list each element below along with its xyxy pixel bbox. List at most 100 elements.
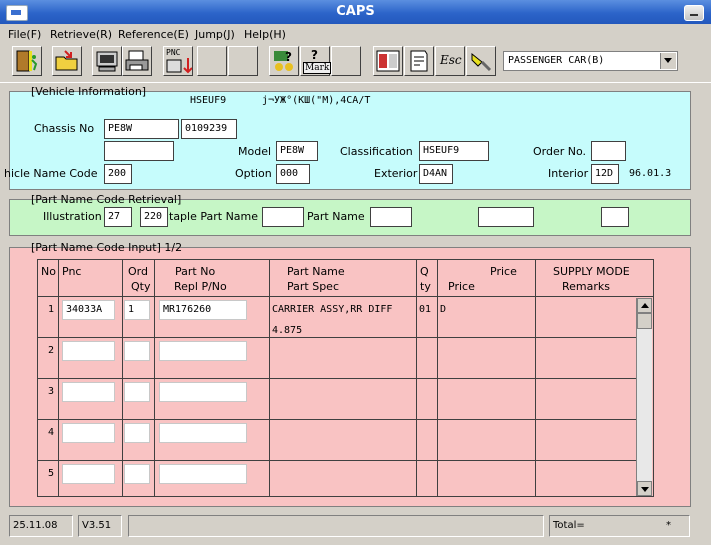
model-field[interactable]: PE8W (276, 141, 318, 161)
chassis-label: Chassis No (34, 122, 95, 135)
col-header-price: Price (448, 280, 475, 293)
search-users-button[interactable]: ? (269, 46, 299, 76)
row-3-pnc-field[interactable] (62, 382, 115, 402)
row-3-part-no-field[interactable] (159, 382, 247, 402)
row-divider-2 (38, 378, 636, 379)
pnc-button[interactable]: PNC (163, 46, 193, 76)
row-divider-1 (38, 337, 636, 338)
illustration-label: Illustration (43, 210, 102, 223)
exterior-field[interactable]: D4AN (419, 164, 453, 184)
row-4-part-no-field[interactable] (159, 423, 247, 443)
open-folder-button[interactable] (52, 46, 82, 76)
menu-help[interactable]: Help(H) (244, 28, 286, 41)
layout-button[interactable] (373, 46, 403, 76)
chassis-number-field[interactable]: 0109239 (181, 119, 237, 139)
classification-label: Classification (340, 145, 413, 158)
header-divider (38, 296, 653, 297)
row-3-qty-field[interactable] (124, 382, 150, 402)
menu-jump[interactable]: Jump(J) (195, 28, 235, 41)
row-2-pnc-field[interactable] (62, 341, 115, 361)
row-2-qty-field[interactable] (124, 341, 150, 361)
chassis-prefix-field[interactable]: PE8W (104, 119, 179, 139)
col-header-qty: Qty (131, 280, 151, 293)
wrench-icon (471, 52, 492, 72)
scroll-up-arrow-icon[interactable] (637, 298, 652, 313)
vehicle-name-code-field[interactable]: 200 (104, 164, 132, 184)
row-1-pnc-field[interactable]: 34033A (62, 300, 115, 320)
menu-file[interactable]: File(F) (8, 28, 41, 41)
row-2-no: 2 (48, 345, 55, 356)
mark-button[interactable]: ? Mark (300, 46, 332, 76)
toolbar-blank-3[interactable] (331, 46, 361, 76)
scroll-down-arrow-icon[interactable] (637, 481, 652, 496)
option-label: Option (235, 167, 272, 180)
tools-button[interactable] (466, 46, 496, 76)
row-1-part-spec: 4.875 (272, 325, 303, 336)
row-2-part-no-field[interactable] (159, 341, 247, 361)
status-version: V3.51 (78, 515, 122, 537)
vehicle-info-label: [Vehicle Information] (31, 85, 147, 98)
row-5-pnc-field[interactable] (62, 464, 115, 484)
pnc-arrow-icon (166, 58, 192, 74)
exterior-label: Exterior (374, 167, 418, 180)
retrieval-extra-field-1[interactable] (478, 207, 534, 227)
retrieval-extra-field-2[interactable] (601, 207, 629, 227)
staple-part-name-label: taple Part Name (169, 210, 259, 223)
window-title: CAPS (336, 4, 375, 19)
vehicle-name-code-label: hicle Name Code (4, 167, 98, 180)
catalog-select[interactable]: PASSENGER CAR(B) (503, 51, 678, 71)
staple-part-name-field[interactable] (262, 207, 304, 227)
row-1-qty-field[interactable]: 1 (124, 300, 150, 320)
computer-icon (96, 51, 118, 72)
status-total-label: Total= (553, 520, 585, 531)
row-5-part-no-field[interactable] (159, 464, 247, 484)
chassis-extra-field[interactable] (104, 141, 174, 161)
col-header-q: Q (420, 265, 429, 278)
vehicle-header-desc: j¬УЖ°(КШ("М),4CA/T (262, 95, 371, 106)
computer-button[interactable] (92, 46, 122, 76)
toolbar-blank-2[interactable] (228, 46, 258, 76)
col-header-price-top: Price (490, 265, 517, 278)
toolbar-blank-1[interactable] (197, 46, 227, 76)
row-divider-4 (38, 460, 636, 461)
chevron-down-icon[interactable] (660, 53, 676, 69)
minimize-button[interactable] (684, 5, 704, 21)
question-icon: ? (311, 48, 318, 62)
row-divider-3 (38, 419, 636, 420)
col-header-remarks: Remarks (562, 280, 610, 293)
row-3-no: 3 (48, 386, 55, 397)
vehicle-header-code: HSEUF9 (190, 95, 227, 106)
col-header-part-spec: Part Spec (287, 280, 339, 293)
classification-field[interactable]: HSEUF9 (419, 141, 489, 161)
row-4-pnc-field[interactable] (62, 423, 115, 443)
vertical-scrollbar[interactable] (636, 298, 652, 496)
status-total-value: * (666, 520, 671, 531)
part-name-field[interactable] (370, 207, 412, 227)
illustration-field-2[interactable]: 220 (140, 207, 168, 227)
interior-field[interactable]: 12D (591, 164, 619, 184)
menu-retrieve[interactable]: Retrieve(R) (50, 28, 112, 41)
escape-button[interactable]: Esc (435, 46, 465, 76)
illustration-field-1[interactable]: 27 (104, 207, 132, 227)
col-header-pnc: Pnc (62, 265, 82, 278)
row-5-qty-field[interactable] (124, 464, 150, 484)
document-button[interactable] (404, 46, 434, 76)
exit-button[interactable] (12, 46, 42, 76)
scroll-thumb[interactable] (637, 313, 652, 329)
row-4-qty-field[interactable] (124, 423, 150, 443)
pnc-label: PNC (166, 48, 181, 57)
model-label: Model (238, 145, 272, 158)
mark-label: Mark (303, 62, 332, 74)
option-field[interactable]: 000 (276, 164, 310, 184)
part-name-label: Part Name (307, 210, 365, 223)
order-no-field[interactable] (591, 141, 626, 161)
order-no-label: Order No. (533, 145, 587, 158)
row-4-no: 4 (48, 427, 55, 438)
row-1-price: D (440, 304, 447, 315)
row-1-qty-value: 01 (419, 304, 432, 315)
printer-button[interactable] (122, 46, 152, 76)
row-1-part-no-field[interactable]: MR176260 (159, 300, 247, 320)
col-header-ty: ty (420, 280, 431, 293)
menu-reference[interactable]: Reference(E) (118, 28, 189, 41)
model-date: 96.01.3 (629, 168, 672, 179)
